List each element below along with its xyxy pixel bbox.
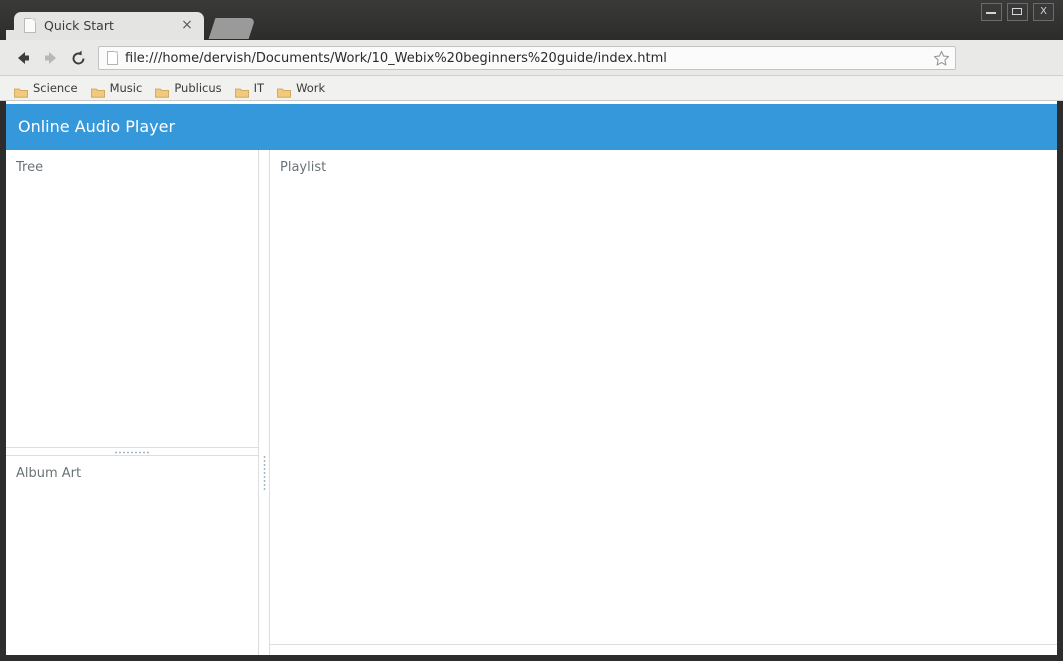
bookmark-music[interactable]: Music — [85, 79, 149, 98]
app-header-title: Online Audio Player — [6, 104, 1057, 150]
minimize-button[interactable] — [981, 3, 1002, 21]
resizer-grip-icon — [263, 455, 266, 491]
folder-icon — [155, 83, 170, 98]
url-text: file:///home/dervish/Documents/Work/10_W… — [125, 51, 667, 66]
document-icon — [107, 51, 118, 65]
resizer-grip-icon — [114, 451, 150, 454]
album-art-panel-label: Album Art — [16, 466, 82, 481]
bookmark-work[interactable]: Work — [271, 79, 331, 98]
folder-icon — [90, 83, 105, 98]
tab-title: Quick Start — [44, 18, 114, 33]
reload-button[interactable] — [68, 48, 90, 68]
window-frame-right — [1057, 101, 1063, 661]
tab-strip: Quick Start × X — [0, 0, 1063, 40]
folder-icon — [277, 83, 291, 98]
bookmark-label: Work — [296, 81, 326, 95]
bookmark-label: Science — [33, 81, 78, 95]
window-frame-left — [0, 101, 6, 661]
bookmarks-bar: Science Music Publicus IT Work — [0, 76, 1063, 101]
back-arrow-icon — [18, 52, 29, 64]
browser-window: Quick Start × X file:///home/dervish/Doc… — [0, 0, 1063, 661]
horizontal-resizer[interactable] — [6, 447, 258, 456]
folder-icon — [234, 83, 249, 98]
window-frame-bottom — [0, 655, 1063, 661]
left-column: Tree Album Art — [6, 150, 258, 655]
new-tab-button[interactable] — [208, 18, 256, 39]
forward-arrow-icon — [45, 52, 56, 64]
folder-icon — [14, 83, 28, 98]
tree-panel-label: Tree — [16, 160, 44, 175]
close-icon[interactable]: × — [180, 17, 194, 33]
maximize-icon — [1012, 8, 1022, 15]
bookmark-label: Music — [109, 81, 143, 95]
browser-tab-quick-start[interactable]: Quick Start × — [6, 12, 204, 40]
close-button[interactable]: X — [1033, 3, 1054, 21]
bookmark-label: Publicus — [174, 81, 222, 95]
reload-icon — [72, 50, 85, 65]
album-art-panel[interactable]: Album Art — [6, 456, 258, 655]
maximize-button[interactable] — [1007, 3, 1028, 21]
bookmark-science[interactable]: Science — [8, 79, 84, 98]
page-viewport: Online Audio Player Tree Album Art Playl… — [6, 101, 1057, 655]
minimize-icon — [986, 12, 996, 14]
navigation-toolbar: file:///home/dervish/Documents/Work/10_W… — [0, 40, 1063, 110]
vertical-resizer[interactable] — [258, 150, 270, 655]
tree-panel[interactable]: Tree — [6, 150, 258, 447]
bookmark-it[interactable]: IT — [229, 79, 270, 98]
back-button[interactable] — [12, 48, 34, 68]
controls-panel[interactable]: Controls — [270, 645, 1057, 655]
bookmark-label: IT — [253, 81, 265, 95]
forward-button[interactable] — [40, 48, 62, 68]
bookmark-star-button[interactable] — [932, 49, 951, 68]
star-icon — [933, 50, 950, 66]
window-controls: X — [981, 3, 1054, 21]
right-column: Playlist Controls — [270, 150, 1057, 655]
page-icon — [24, 18, 36, 33]
playlist-panel-label: Playlist — [280, 160, 327, 175]
address-bar[interactable]: file:///home/dervish/Documents/Work/10_W… — [98, 46, 956, 70]
playlist-panel[interactable]: Playlist — [270, 150, 1057, 644]
bookmark-publicus[interactable]: Publicus — [149, 79, 227, 98]
